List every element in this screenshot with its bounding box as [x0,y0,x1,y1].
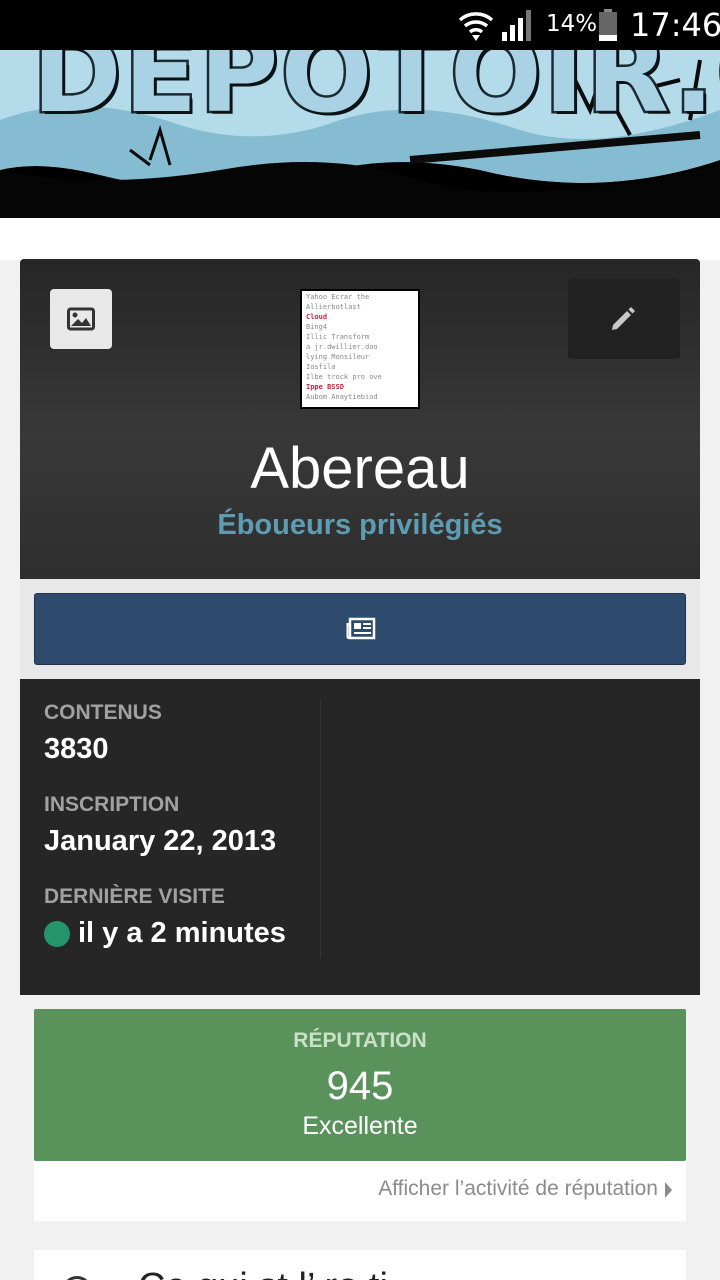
next-section-card: Ce qui st l’ ro ti [34,1250,686,1280]
avatar-text: Iosfila [306,363,336,371]
joined-value: January 22, 2013 [44,825,277,857]
avatar-text: lying Monsileur [306,353,370,361]
reputation-level: Excellente [302,1112,418,1140]
banner-logo: DEPOTOIR.CA [29,50,720,140]
image-icon [67,307,95,331]
avatar-text: Cloud [306,313,328,321]
clock: 17:46 [630,6,720,44]
profile-header: Yahoo Ecrar the Allierbotlast Cloud Bing… [20,259,700,579]
stats-divider [320,699,321,959]
next-section-title: Ce qui st l’ ro ti [138,1266,388,1280]
avatar-text: Bing4 [306,323,328,331]
view-activity-button[interactable] [34,593,686,665]
reputation-badge: RÉPUTATION 945 Excellente [34,1009,686,1161]
joined-label: INSCRIPTION [44,793,180,816]
user-group: Éboueurs privilégiés [217,509,503,541]
avatar-text: Ippe BSSD [306,383,344,391]
avatar[interactable]: Yahoo Ecrar the Allierbotlast Cloud Bing… [300,289,420,409]
battery-percent: 14% [546,11,598,37]
avatar-text: Yahoo Ecrar the [306,293,370,301]
username: Abereau [250,436,470,501]
page-gap [0,218,720,260]
profile-actions [20,579,700,679]
reputation-section: RÉPUTATION 945 Excellente Afficher l’act… [20,995,700,1235]
status-bar: 14% 17:46 [0,0,720,50]
last-visit-label: DERNIÈRE VISITE [44,885,225,908]
site-banner[interactable]: DEPOTOIR.CA [0,50,720,218]
avatar-text: Illic Transform [306,333,370,341]
caret-right-icon [665,1182,672,1198]
content-count-value: 3830 [44,733,109,765]
online-indicator-icon [44,921,70,947]
reputation-value: 945 [326,1064,394,1108]
avatar-text: Ilbe trock pro ove [306,373,382,381]
avatar-text: Aubom Anaytiebiod [306,393,378,401]
edit-profile-button[interactable] [568,279,680,359]
pencil-icon [612,307,635,330]
reputation-activity-link[interactable]: Afficher l’activité de réputation [378,1177,658,1201]
newspaper-icon [346,617,376,640]
content-count-label: CONTENUS [44,701,162,724]
battery-icon [599,9,617,41]
wifi-icon [458,12,494,41]
avatar-text: a jr.dwillier.doo [306,343,378,351]
last-visit-value: il y a 2 minutes [78,917,286,949]
reputation-activity-row[interactable]: Afficher l’activité de réputation [34,1161,686,1221]
profile-stats: CONTENUS 3830 INSCRIPTION January 22, 20… [20,679,700,995]
avatar-text: Allierbotlast [306,303,361,311]
change-cover-button[interactable] [50,289,112,349]
reputation-label: RÉPUTATION [293,1029,427,1052]
circle-icon [62,1276,92,1280]
signal-icon [502,10,531,41]
